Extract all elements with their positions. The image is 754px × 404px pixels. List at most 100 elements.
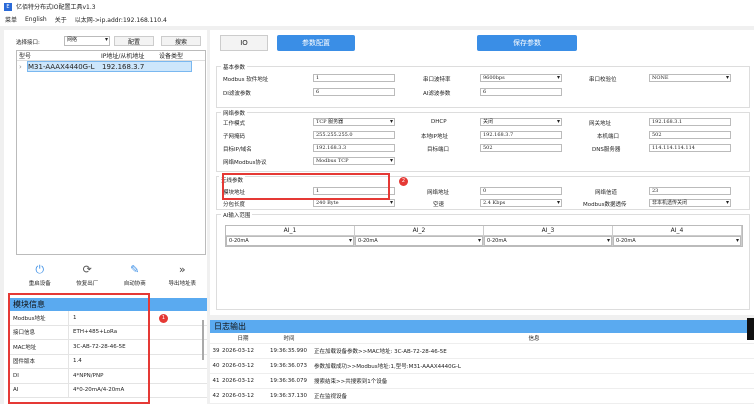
export-address-label: 导出地址表 (168, 281, 196, 287)
ai-channel-column: AI_2 0-20mA (355, 226, 484, 246)
interface-label: 选择接口: (16, 40, 40, 46)
parity-label: 串口校验位 (589, 77, 617, 83)
net-addr-input[interactable]: 0 (480, 187, 562, 195)
log-row: 39 2026-03-12 19:36:35.990 正在加载设备参数>>MAC地址:… (210, 344, 754, 359)
device-table: 型号 IP地址/从机地址 设备类型 › M31-AAAX4440G-L 192.… (16, 50, 206, 255)
ai-channel-header: AI_3 (484, 226, 612, 236)
dns-input[interactable]: 114.114.114.114 (649, 144, 731, 152)
io-button[interactable]: IO (220, 35, 268, 51)
protocol-label: 网络Modbus协议 (223, 160, 267, 166)
export-address-button[interactable]: » 导出地址表 (159, 264, 207, 287)
log-message: 搜索结束>>共搜索到1个设备 (314, 379, 388, 385)
log-time: 19:36:37.130 (270, 393, 307, 399)
ai-channel-column: AI_1 0-20mA (226, 226, 355, 246)
log-time: 19:36:36.079 (270, 378, 307, 384)
log-date: 2026-03-12 (222, 378, 254, 384)
log-index: 39 (212, 348, 220, 354)
gateway-label: 网关地址 (589, 121, 612, 127)
modbus-label: Modbus 软件地址 (223, 77, 269, 83)
col-info: 信息 (528, 336, 540, 342)
scrollbar[interactable] (202, 320, 204, 360)
packet-length-select[interactable]: 240 Byte (313, 199, 395, 207)
ai-channel-column: AI_3 0-20mA (484, 226, 613, 246)
col-date: 日期 (237, 336, 249, 342)
menu-item-english[interactable]: English (25, 16, 47, 23)
modbus-input[interactable]: 1 (313, 74, 395, 82)
search-button[interactable]: 搜索 (161, 36, 201, 46)
ai-range-group: AI输入范围 AI_10-20mAAI_20-20mAAI_30-20mAAI_… (216, 211, 750, 310)
log-time: 19:36:35.990 (270, 348, 307, 354)
device-model: M31-AAAX4440G-L (28, 62, 95, 71)
reboot-label: 重启设备 (28, 281, 51, 287)
transparent-label: Modbus数据透传 (583, 202, 627, 208)
double-chevron-icon: » (178, 263, 186, 276)
target-port-input[interactable]: 502 (480, 144, 562, 152)
dhcp-label: DHCP (431, 119, 447, 125)
device-table-header: 型号 IP地址/从机地址 设备类型 (17, 51, 205, 61)
mode-label: 工作模式 (223, 121, 246, 127)
protocol-select[interactable]: Modbus TCP (313, 157, 395, 165)
highlight-box-2 (222, 173, 390, 200)
basic-params-title: 基本参数 (221, 63, 248, 71)
refresh-icon: ⟳ (82, 263, 92, 276)
interface-select[interactable]: 网络 (64, 36, 110, 46)
highlight-box-1 (8, 293, 150, 404)
save-params-button[interactable]: 保存参数 (477, 35, 577, 51)
log-index: 42 (212, 393, 220, 399)
log-row: 42 2026-03-12 19:36:37.130 正在监视设备 (210, 389, 754, 404)
target-port-label: 目标端口 (427, 147, 450, 153)
basic-params-group: 基本参数 Modbus 软件地址 1 串口波特率 9600bps 串口校验位 N… (216, 63, 750, 108)
parity-select[interactable]: NONE (649, 74, 731, 82)
title-bar: E 亿佰特分布式IO配置工具v1.3 (0, 0, 754, 13)
param-config-button[interactable]: 参数配置 (277, 35, 355, 51)
dhcp-select[interactable]: 关闭 (480, 118, 562, 126)
gateway-input[interactable]: 192.168.3.1 (649, 118, 731, 126)
ai-range-select[interactable]: 0-20mA (226, 236, 354, 246)
ai-filter-input[interactable]: 6 (480, 88, 562, 96)
local-port-input[interactable]: 502 (649, 131, 731, 139)
ai-filter-label: AI滤波参数 (423, 91, 451, 97)
ai-range-select[interactable]: 0-20mA (484, 236, 612, 246)
device-row[interactable]: › M31-AAAX4440G-L 192.168.3.7 (17, 61, 205, 72)
log-date: 2026-03-12 (222, 348, 254, 354)
mode-select[interactable]: TCP 服务器 (313, 118, 395, 126)
local-port-label: 本机端口 (597, 134, 620, 140)
target-ip-input[interactable]: 192.168.3.3 (313, 144, 395, 152)
channel-input[interactable]: 23 (649, 187, 731, 195)
col-type: 设备类型 (159, 53, 184, 60)
transparent-select[interactable]: 非本机透传关闭 (649, 199, 731, 207)
factory-reset-button[interactable]: ⟳ 恢复出厂 (64, 264, 112, 287)
auto-negotiate-button[interactable]: ✎ 自动协商 (111, 264, 159, 287)
log-panel: 日志输出 日期 时间 信息 39 2026-03-12 19:36:35.990 正在加载… (210, 320, 754, 404)
device-addr: 192.168.3.7 (102, 62, 145, 71)
network-params-group: 网络参数 工作模式 TCP 服务器 DHCP 关闭 网关地址 192.168.3… (216, 109, 750, 172)
badge-2: 2 (399, 177, 408, 186)
mask-input[interactable]: 255.255.255.0 (313, 131, 395, 139)
badge-1: 1 (159, 314, 168, 323)
ai-channel-header: AI_4 (613, 226, 741, 236)
dns-label: DNS服务器 (592, 147, 621, 153)
side-handle[interactable] (747, 318, 754, 340)
baud-select[interactable]: 9600bps (480, 74, 562, 82)
factory-reset-label: 恢复出厂 (76, 281, 99, 287)
window-title: 亿佰特分布式IO配置工具v1.3 (16, 4, 96, 11)
log-row: 40 2026-03-12 19:36:36.073 参数加载成功>>Modbus地址… (210, 359, 754, 374)
local-ip-input[interactable]: 192.168.3.7 (480, 131, 562, 139)
log-title: 日志输出 (210, 320, 754, 333)
col-time: 时间 (283, 336, 295, 342)
menu-item-about[interactable]: 关于 (55, 15, 67, 24)
ai-range-select[interactable]: 0-20mA (613, 236, 741, 246)
air-rate-label: 空速 (433, 202, 445, 208)
channel-label: 网络信道 (595, 190, 618, 196)
mask-label: 子网掩码 (223, 134, 246, 140)
ai-range-select[interactable]: 0-20mA (355, 236, 483, 246)
di-filter-input[interactable]: 6 (313, 88, 395, 96)
air-rate-select[interactable]: 2.4 Kbps (480, 199, 562, 207)
config-button[interactable]: 配置 (114, 36, 154, 46)
local-ip-label: 本地IP地址 (421, 134, 448, 140)
menu-item-menu[interactable]: 菜单 (5, 15, 17, 24)
reboot-button[interactable]: ⏻ 重启设备 (16, 264, 64, 287)
col-model: 型号 (19, 53, 32, 60)
log-index: 40 (212, 363, 220, 369)
expand-icon[interactable]: › (17, 63, 27, 71)
